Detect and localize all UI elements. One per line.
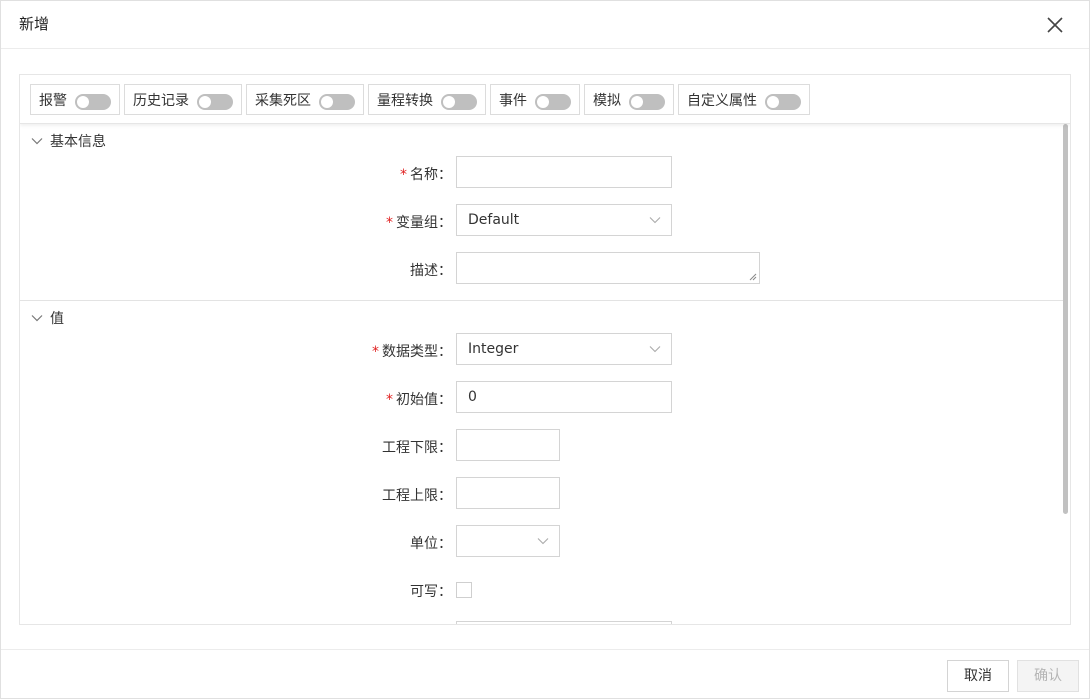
confirm-button[interactable]: 确认 — [1017, 660, 1079, 692]
chevron-down-icon — [649, 217, 661, 224]
group-select-value: Default — [468, 212, 520, 228]
initial-value-label: * 初始值： — [386, 392, 452, 408]
toggle-deadband[interactable]: 采集死区 — [246, 84, 364, 115]
dialog-header: 新增 — [1, 1, 1089, 49]
section-divider — [20, 300, 1064, 301]
chevron-down-icon — [537, 538, 549, 545]
writable-checkbox[interactable] — [456, 582, 472, 598]
toggle-event-switch[interactable] — [535, 94, 571, 110]
required-mark: * — [372, 344, 379, 360]
required-mark: * — [386, 215, 393, 231]
data-type-select[interactable]: Integer — [456, 333, 672, 365]
chevron-down-icon — [31, 138, 43, 145]
unit-label: 单位： — [410, 536, 452, 552]
section-basic-info-title: 基本信息 — [50, 134, 106, 150]
toggle-history[interactable]: 历史记录 — [124, 84, 242, 115]
section-value-header[interactable]: 值 — [30, 308, 64, 328]
desc-label: 描述： — [410, 263, 452, 279]
vertical-scrollbar[interactable] — [1063, 124, 1068, 514]
toggle-alarm-switch[interactable] — [75, 94, 111, 110]
dialog-content: 报警 历史记录 采集死区 量程转换 事件 模拟 自定义属性 基本信息 * 名称：… — [19, 74, 1071, 625]
add-dialog: 新增 报警 历史记录 采集死区 量程转换 事件 模拟 自定义属性 基本信息 * … — [0, 0, 1090, 699]
toggle-simulation[interactable]: 模拟 — [584, 84, 674, 115]
toggle-event[interactable]: 事件 — [490, 84, 580, 115]
cancel-button[interactable]: 取消 — [947, 660, 1009, 692]
toggle-range-conversion[interactable]: 量程转换 — [368, 84, 486, 115]
group-select[interactable]: Default — [456, 204, 672, 236]
group-label: * 变量组： — [386, 215, 452, 231]
toggle-range-conversion-switch[interactable] — [441, 94, 477, 110]
required-mark: * — [400, 167, 407, 183]
toggle-deadband-switch[interactable] — [319, 94, 355, 110]
name-input[interactable] — [456, 156, 672, 188]
name-label: * 名称： — [400, 167, 452, 183]
eng-high-label: 工程上限： — [382, 488, 452, 504]
required-mark: * — [386, 392, 393, 408]
toggle-alarm[interactable]: 报警 — [30, 84, 120, 115]
eng-high-input[interactable] — [456, 477, 560, 509]
chevron-down-icon — [31, 315, 43, 322]
dialog-footer: 取消 确认 — [1, 649, 1089, 699]
toggle-deadband-label: 采集死区 — [255, 92, 311, 109]
writable-label: 可写： — [410, 584, 452, 600]
initial-value-input[interactable]: 0 — [456, 381, 672, 413]
toggle-simulation-switch[interactable] — [629, 94, 665, 110]
unit-select[interactable] — [456, 525, 560, 557]
toggle-simulation-label: 模拟 — [593, 92, 621, 109]
form-scroll-area: 基本信息 *名称： *变量组： Default 描述： 值 *数据类型： — [20, 124, 1070, 624]
next-field-input[interactable] — [456, 621, 672, 624]
data-type-select-value: Integer — [468, 341, 519, 357]
eng-low-input[interactable] — [456, 429, 560, 461]
toggle-custom-attributes-label: 自定义属性 — [687, 92, 757, 109]
toggle-range-conversion-label: 量程转换 — [377, 92, 433, 109]
toggle-alarm-label: 报警 — [39, 92, 67, 109]
section-value-title: 值 — [50, 311, 64, 327]
section-basic-info-header[interactable]: 基本信息 — [30, 131, 106, 151]
eng-low-label: 工程下限： — [382, 440, 452, 456]
toggle-history-switch[interactable] — [197, 94, 233, 110]
toggle-history-label: 历史记录 — [133, 92, 189, 109]
toggle-custom-attributes-switch[interactable] — [765, 94, 801, 110]
chevron-down-icon — [649, 346, 661, 353]
desc-textarea[interactable] — [456, 252, 760, 284]
dialog-title: 新增 — [19, 15, 50, 33]
feature-toolbar: 报警 历史记录 采集死区 量程转换 事件 模拟 自定义属性 — [20, 75, 1070, 124]
close-icon[interactable] — [1043, 13, 1067, 37]
resize-grip-icon[interactable] — [749, 273, 757, 281]
toggle-event-label: 事件 — [499, 92, 527, 109]
data-type-label: * 数据类型： — [372, 344, 452, 360]
toggle-custom-attributes[interactable]: 自定义属性 — [678, 84, 810, 115]
